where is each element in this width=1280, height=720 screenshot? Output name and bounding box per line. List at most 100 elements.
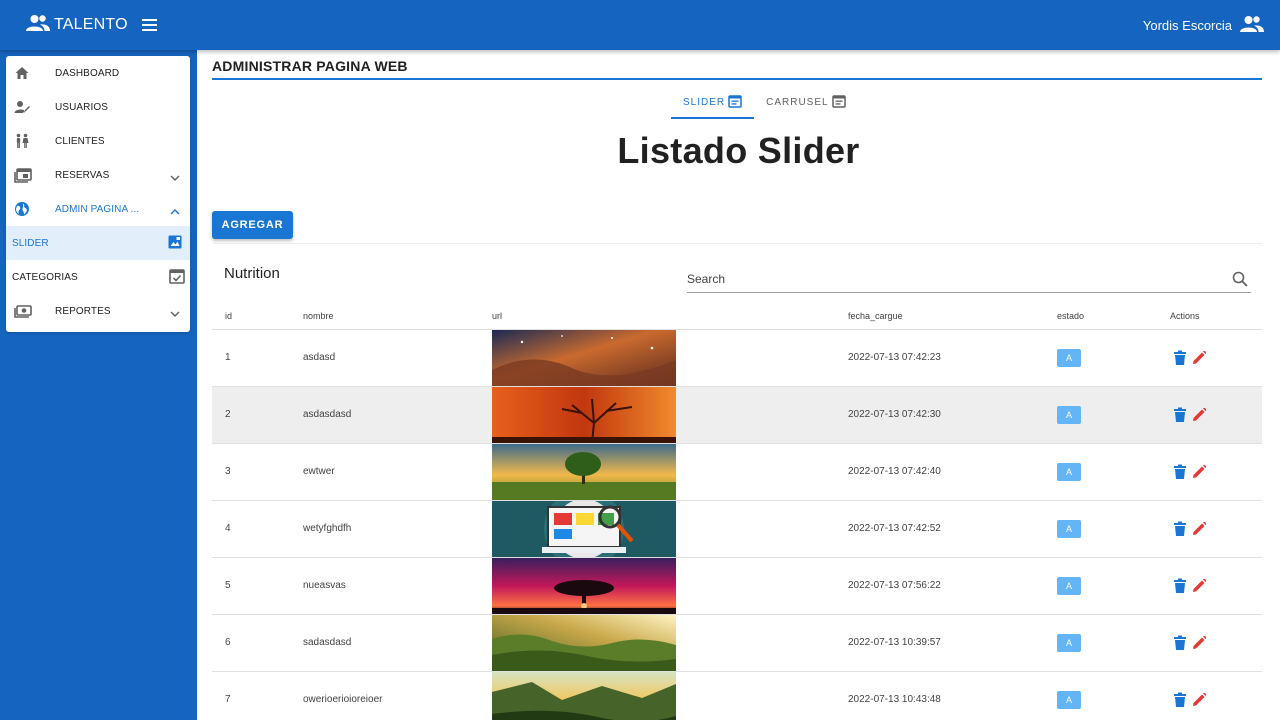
table-row: 1 asdasd 2022-07-13 07:42:23 A — [212, 329, 1262, 387]
delete-icon[interactable] — [1173, 350, 1187, 366]
table-row: 7 owerioerioioreioer 2022-07-13 10:43:48… — [212, 671, 1262, 720]
cell-id: 4 — [212, 500, 303, 558]
sidebar-item-label: RESERVAS — [55, 169, 110, 181]
calendar-list-icon — [725, 94, 742, 111]
slide-thumbnail — [492, 443, 676, 500]
cell-fecha: 2022-07-13 07:56:22 — [848, 557, 1057, 615]
status-badge: A — [1057, 690, 1081, 709]
status-badge: A — [1057, 633, 1081, 652]
chevron-down-icon — [170, 306, 180, 317]
sidebar-item-label: DASHBOARD — [55, 67, 120, 79]
cell-id: 5 — [212, 557, 303, 615]
brand-name: TALENTO — [54, 16, 128, 33]
tab-label: SLIDER — [683, 96, 726, 108]
table-row: 5 nueasvas 2022-07-13 07:56:22 A — [212, 557, 1262, 615]
slide-thumbnail — [492, 671, 676, 720]
sidebar-item-reportes[interactable]: REPORTES — [6, 294, 190, 328]
cell-estado: A — [1057, 443, 1170, 501]
table-title: Nutrition — [224, 265, 280, 282]
cell-estado: A — [1057, 614, 1170, 672]
cell-id: 7 — [212, 671, 303, 720]
sidebar-item-label: CATEGORIAS — [12, 271, 78, 283]
sidebar-item-admin-pagina[interactable]: ADMIN PAGINA ... — [6, 192, 190, 226]
cell-url — [492, 443, 848, 501]
cell-id: 6 — [212, 614, 303, 672]
sidebar-item-label: SLIDER — [12, 237, 49, 249]
delete-icon[interactable] — [1173, 635, 1187, 651]
edit-icon[interactable] — [1191, 692, 1207, 708]
column-header-id[interactable]: id — [212, 303, 303, 330]
cell-actions — [1170, 500, 1262, 558]
cell-id: 3 — [212, 443, 303, 501]
delete-icon[interactable] — [1173, 578, 1187, 594]
cell-nombre: nueasvas — [303, 557, 492, 615]
cell-actions — [1170, 443, 1262, 501]
column-header-nombre[interactable]: nombre — [303, 303, 492, 330]
cell-actions — [1170, 671, 1262, 720]
page-header: ADMINISTRAR PAGINA WEB — [212, 58, 1262, 80]
search-input[interactable] — [687, 269, 1217, 289]
page-header-title: ADMINISTRAR PAGINA WEB — [212, 58, 408, 74]
cell-fecha: 2022-07-13 10:43:48 — [848, 671, 1057, 720]
cell-id: 1 — [212, 329, 303, 387]
sidebar-item-categorias[interactable]: CATEGORIAS — [6, 260, 190, 294]
slide-thumbnail — [492, 500, 676, 557]
status-badge: A — [1057, 519, 1081, 538]
delete-icon[interactable] — [1173, 407, 1187, 423]
table-row: 6 sadasdasd 2022-07-13 10:39:57 A — [212, 614, 1262, 672]
calendar-icon — [14, 167, 32, 183]
edit-icon[interactable] — [1191, 407, 1207, 423]
cell-url — [492, 614, 848, 672]
cell-actions — [1170, 614, 1262, 672]
sidebar-item-usuarios[interactable]: USUARIOS — [6, 90, 190, 124]
data-table-card: Nutrition id nombre url fecha_cargue est… — [212, 243, 1262, 720]
edit-icon[interactable] — [1191, 521, 1207, 537]
column-header-estado[interactable]: estado — [1057, 303, 1170, 330]
delete-icon[interactable] — [1173, 521, 1187, 537]
home-icon — [14, 65, 30, 81]
add-button[interactable]: AGREGAR — [212, 211, 293, 239]
calendar-list-icon — [829, 94, 846, 111]
sidebar-item-reservas[interactable]: RESERVAS — [6, 158, 190, 192]
table-row: 4 wetyfghdfh 2022-07-13 07:42:52 A — [212, 500, 1262, 558]
sidebar-item-label: USUARIOS — [55, 101, 109, 113]
account-group-icon — [1240, 15, 1264, 36]
column-header-fecha[interactable]: fecha_cargue — [848, 303, 1057, 330]
edit-icon[interactable] — [1191, 350, 1207, 366]
delete-icon[interactable] — [1173, 692, 1187, 708]
tab-carrusel[interactable]: CARRUSEL — [754, 86, 857, 118]
menu-button[interactable] — [140, 17, 159, 33]
sidebar: DASHBOARD USUARIOS CLIENTES RESERVAS ADM… — [6, 56, 190, 332]
status-badge: A — [1057, 576, 1081, 595]
tab-bar: SLIDER CARRUSEL — [671, 86, 858, 119]
edit-icon[interactable] — [1191, 635, 1207, 651]
cell-fecha: 2022-07-13 07:42:40 — [848, 443, 1057, 501]
edit-icon[interactable] — [1191, 464, 1207, 480]
delete-icon[interactable] — [1173, 464, 1187, 480]
search-icon[interactable] — [1231, 270, 1249, 293]
cell-nombre: asdasd — [303, 329, 492, 387]
sidebar-item-clientes[interactable]: CLIENTES — [6, 124, 190, 158]
cell-url — [492, 329, 848, 387]
search-field — [687, 269, 1251, 293]
cell-fecha: 2022-07-13 10:39:57 — [848, 614, 1057, 672]
sidebar-item-slider[interactable]: SLIDER — [6, 226, 190, 260]
brand: TALENTO — [0, 14, 159, 37]
cell-fecha: 2022-07-13 07:42:23 — [848, 329, 1057, 387]
cell-actions — [1170, 386, 1262, 444]
column-header-url[interactable]: url — [492, 303, 848, 330]
menu-icon-bar — [141, 19, 157, 21]
user-name: Yordis Escorcia — [1142, 17, 1232, 33]
cell-estado: A — [1057, 500, 1170, 558]
cell-actions — [1170, 329, 1262, 387]
cell-nombre: wetyfghdfh — [303, 500, 492, 558]
cell-nombre: owerioerioioreioer — [303, 671, 492, 720]
cell-actions — [1170, 557, 1262, 615]
tab-label: CARRUSEL — [766, 96, 829, 108]
globe-icon — [14, 201, 30, 217]
sidebar-item-dashboard[interactable]: DASHBOARD — [6, 56, 190, 90]
cell-fecha: 2022-07-13 07:42:30 — [848, 386, 1057, 444]
edit-icon[interactable] — [1191, 578, 1207, 594]
tab-slider[interactable]: SLIDER — [671, 86, 755, 119]
user-menu[interactable]: Yordis Escorcia — [1143, 15, 1280, 36]
